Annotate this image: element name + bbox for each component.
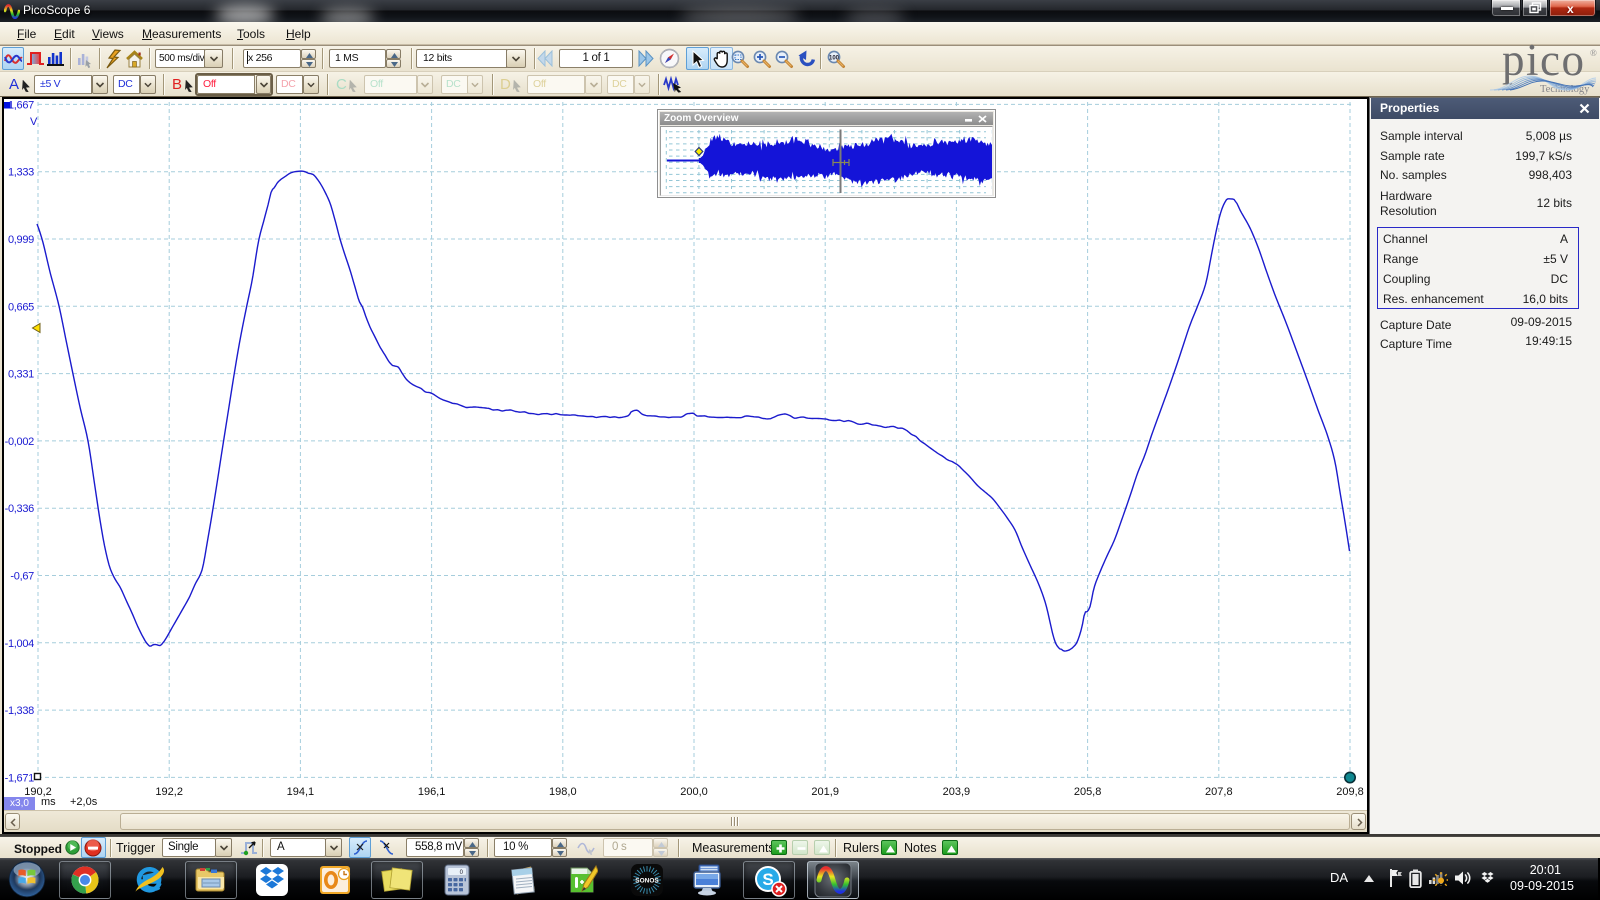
svg-text:-1,004: -1,004 [5,638,35,650]
svg-text:198,0: 198,0 [549,786,577,798]
svg-text:192,2: 192,2 [155,786,183,798]
svg-text:207,8: 207,8 [1205,786,1233,798]
svg-text:0,665: 0,665 [8,301,34,313]
svg-text:201,9: 201,9 [811,786,839,798]
svg-text:1,667: 1,667 [8,99,34,111]
svg-text:SONOS: SONOS [635,878,659,885]
svg-text:V: V [30,116,38,128]
svg-text:-0,67: -0,67 [10,571,34,583]
svg-text:194,1: 194,1 [287,786,315,798]
svg-text:pico: pico [1502,44,1585,85]
svg-text:200,0: 200,0 [680,786,708,798]
svg-text:-0,336: -0,336 [5,503,35,515]
svg-text:205,8: 205,8 [1074,786,1102,798]
svg-text:®: ® [1590,48,1597,58]
svg-text:0,331: 0,331 [8,369,34,381]
svg-text:1,333: 1,333 [8,167,34,179]
svg-text:0,999: 0,999 [8,234,34,246]
svg-text:-1,671: -1,671 [5,772,35,784]
svg-text:-1,338: -1,338 [5,705,35,717]
svg-text:203,9: 203,9 [943,786,971,798]
svg-text:196,1: 196,1 [418,786,446,798]
svg-text:-0,002: -0,002 [5,436,35,448]
svg-text:209,8: 209,8 [1336,786,1364,798]
